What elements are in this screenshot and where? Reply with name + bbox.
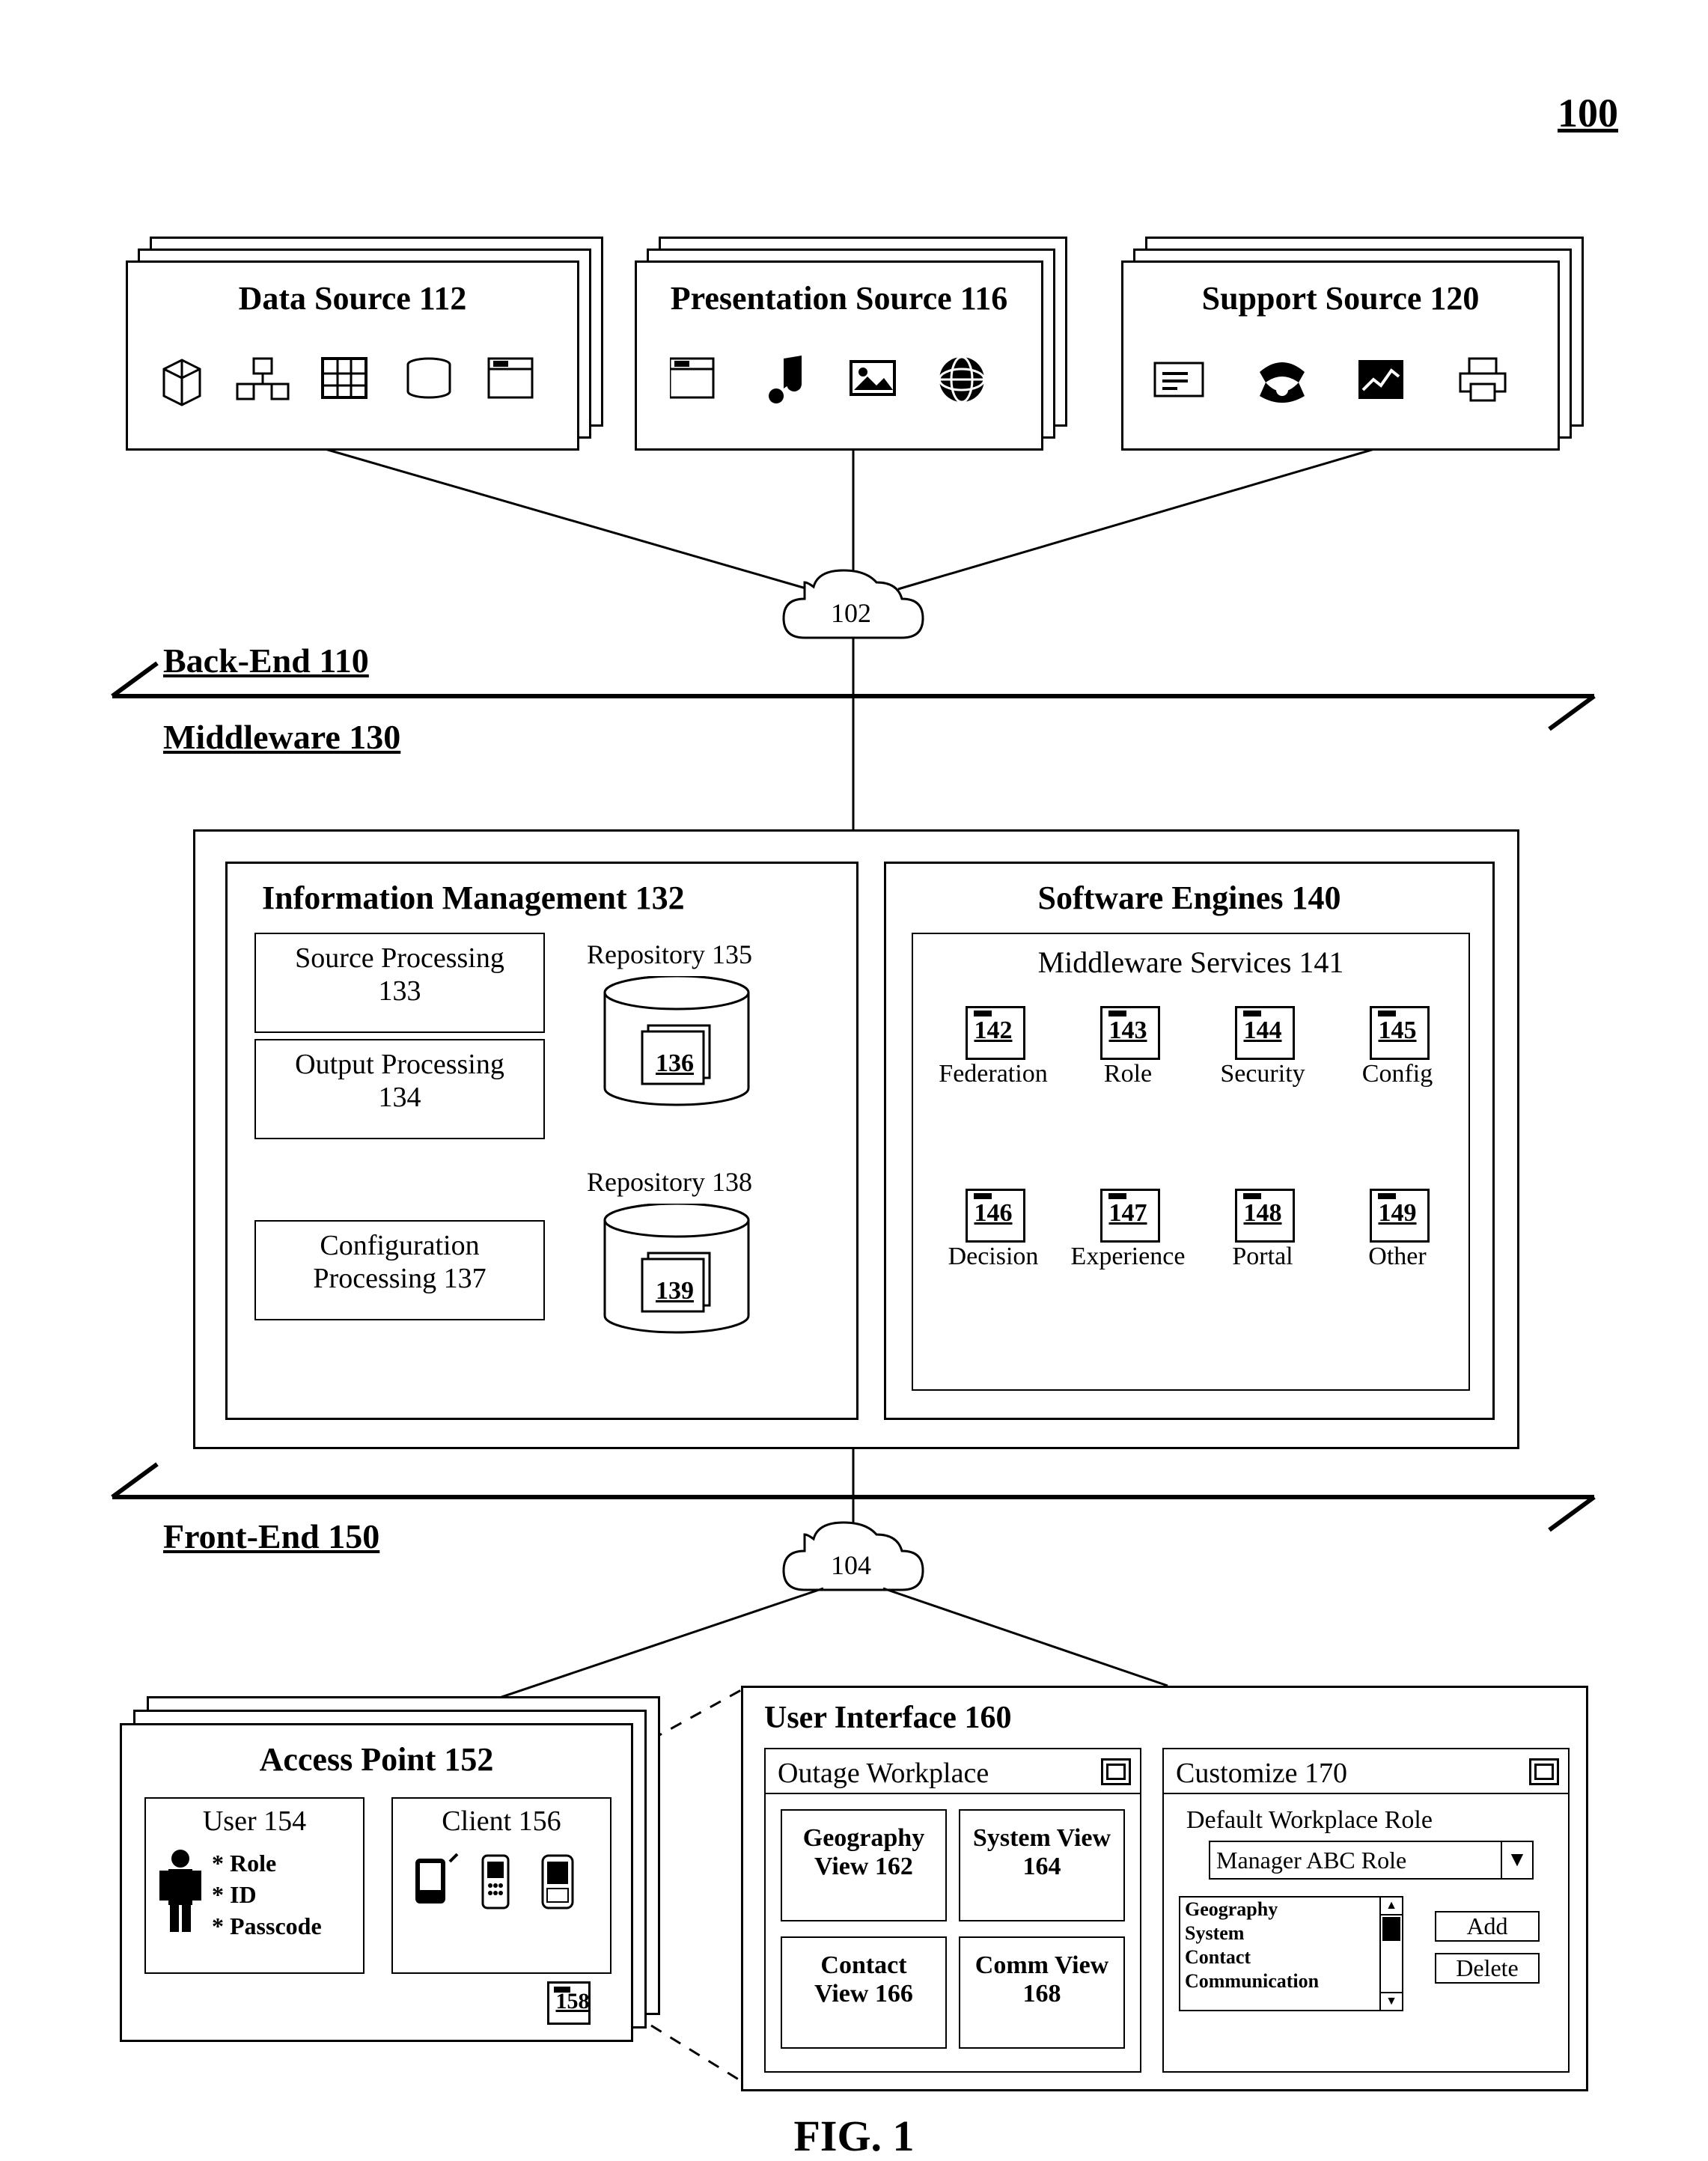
client-icons — [408, 1851, 603, 1941]
software-engines-title: Software Engines 140 — [886, 879, 1492, 917]
info-mgmt-title: Information Management 132 — [262, 879, 685, 917]
system-view[interactable]: System View 164 — [959, 1809, 1125, 1921]
scroll-thumb[interactable] — [1382, 1917, 1400, 1941]
middleware-services-box: Middleware Services 141 142 Federation 1… — [912, 933, 1470, 1391]
service-144-label: Security — [1195, 1060, 1330, 1088]
service-148-num: 148 — [1235, 1189, 1290, 1238]
comm-view-l1: Comm View — [960, 1951, 1123, 1980]
add-button[interactable]: Add — [1435, 1911, 1540, 1942]
access-point-title: Access Point 152 — [122, 1740, 631, 1779]
info-mgmt-panel: Information Management 132 Source Proces… — [225, 862, 858, 1420]
chevron-down-icon: ▼ — [1501, 1842, 1532, 1878]
role-dropdown[interactable]: Manager ABC Role ▼ — [1209, 1841, 1534, 1880]
config-processing-l2: Processing 137 — [256, 1262, 543, 1295]
output-processing-l1: Output Processing — [256, 1048, 543, 1081]
comm-view-l2: 168 — [960, 1980, 1123, 2008]
service-146-label: Decision — [926, 1243, 1061, 1271]
service-145-label: Config — [1330, 1060, 1465, 1088]
system-view-l1: System View — [960, 1824, 1123, 1853]
figure-caption: FIG. 1 — [0, 2111, 1708, 2161]
repo-135-inner: 136 — [656, 1049, 694, 1078]
client-box: Client 156 — [391, 1797, 611, 1974]
customize-maximize-icon[interactable] — [1529, 1758, 1559, 1785]
source-processing-box: Source Processing 133 — [254, 933, 545, 1033]
support-source-title: Support Source 120 — [1123, 279, 1558, 317]
service-142-label: Federation — [926, 1060, 1061, 1088]
app-158-label: 158 — [552, 1989, 594, 2014]
service-147-num: 147 — [1100, 1189, 1156, 1238]
section-middleware-label: Middleware 130 — [163, 717, 400, 757]
service-145-num: 145 — [1370, 1006, 1425, 1055]
delete-button[interactable]: Delete — [1435, 1953, 1540, 1984]
user-attr-id: * ID — [212, 1881, 257, 1909]
presentation-source-icons — [670, 353, 1044, 420]
person-icon — [158, 1848, 203, 1938]
presentation-source-title: Presentation Source 116 — [637, 279, 1041, 317]
list-item-comm[interactable]: Communication — [1180, 1969, 1379, 1993]
component-listbox[interactable]: Geography System Contact Communication — [1179, 1896, 1381, 2011]
software-engines-panel: Software Engines 140 Middleware Services… — [884, 862, 1495, 1420]
service-147-label: Experience — [1061, 1243, 1195, 1271]
geography-view-l2: View 162 — [782, 1853, 945, 1881]
source-processing-l1: Source Processing — [256, 942, 543, 975]
system-view-l2: 164 — [960, 1853, 1123, 1881]
service-148-label: Portal — [1195, 1243, 1330, 1271]
middleware-container: Information Management 132 Source Proces… — [193, 829, 1519, 1449]
scroll-down-icon[interactable]: ▼ — [1381, 1992, 1402, 2010]
listbox-scrollbar[interactable]: ▲ ▼ — [1379, 1896, 1403, 2011]
config-processing-box: Configuration Processing 137 — [254, 1220, 545, 1320]
section-frontend-label: Front-End 150 — [163, 1517, 379, 1556]
service-146-num: 146 — [966, 1189, 1021, 1238]
list-item-contact[interactable]: Contact — [1180, 1945, 1379, 1969]
service-149-num: 149 — [1370, 1189, 1425, 1238]
geography-view-l1: Geography — [782, 1824, 945, 1853]
user-box: User 154 * Role * ID * Passcode — [144, 1797, 365, 1974]
client-title: Client 156 — [393, 1805, 610, 1838]
contact-view-l2: View 166 — [782, 1980, 945, 2008]
default-role-label: Default Workplace Role — [1186, 1806, 1433, 1835]
customize-window: Customize 170 Default Workplace Role Man… — [1162, 1748, 1570, 2073]
service-149-label: Other — [1330, 1243, 1465, 1271]
repo-135-label: Repository 135 — [587, 939, 752, 970]
comm-view[interactable]: Comm View 168 — [959, 1936, 1125, 2049]
data-source-icons — [158, 353, 577, 420]
list-item-system[interactable]: System — [1180, 1921, 1379, 1945]
contact-view[interactable]: Contact View 166 — [781, 1936, 947, 2049]
output-processing-l2: 134 — [256, 1081, 543, 1114]
section-backend-label: Back-End 110 — [163, 641, 369, 680]
ui-title: User Interface 160 — [764, 1700, 1011, 1736]
geography-view[interactable]: Geography View 162 — [781, 1809, 947, 1921]
list-item-geo[interactable]: Geography — [1180, 1898, 1379, 1921]
user-attr-role: * Role — [212, 1850, 276, 1877]
access-point-card: Access Point 152 User 154 * Role * ID * … — [120, 1723, 633, 2042]
config-processing-l1: Configuration — [256, 1229, 543, 1262]
outage-workplace-window: Outage Workplace Geography View 162 Syst… — [764, 1748, 1141, 2073]
user-attr-pass: * Passcode — [212, 1912, 322, 1940]
source-processing-l2: 133 — [256, 975, 543, 1008]
cloud-102-label: 102 — [831, 597, 871, 629]
ui-container: User Interface 160 Outage Workplace Geog… — [741, 1686, 1588, 2091]
output-processing-box: Output Processing 134 — [254, 1039, 545, 1139]
repo-138-label: Repository 138 — [587, 1166, 752, 1198]
cloud-104-label: 104 — [831, 1549, 871, 1581]
service-143-num: 143 — [1100, 1006, 1156, 1055]
service-143-label: Role — [1061, 1060, 1195, 1088]
user-title: User 154 — [146, 1805, 363, 1838]
customize-title: Customize 170 — [1176, 1757, 1347, 1790]
service-144-num: 144 — [1235, 1006, 1290, 1055]
repo-138-inner: 139 — [656, 1277, 694, 1305]
scroll-up-icon[interactable]: ▲ — [1381, 1898, 1402, 1915]
middleware-services-title: Middleware Services 141 — [913, 945, 1468, 980]
maximize-icon[interactable] — [1101, 1758, 1131, 1785]
service-142-num: 142 — [966, 1006, 1021, 1055]
contact-view-l1: Contact — [782, 1951, 945, 1980]
data-source-title: Data Source 112 — [128, 279, 577, 317]
support-source-icons — [1150, 353, 1555, 420]
role-dropdown-value: Manager ABC Role — [1210, 1845, 1501, 1876]
outage-workplace-title: Outage Workplace — [778, 1757, 989, 1790]
